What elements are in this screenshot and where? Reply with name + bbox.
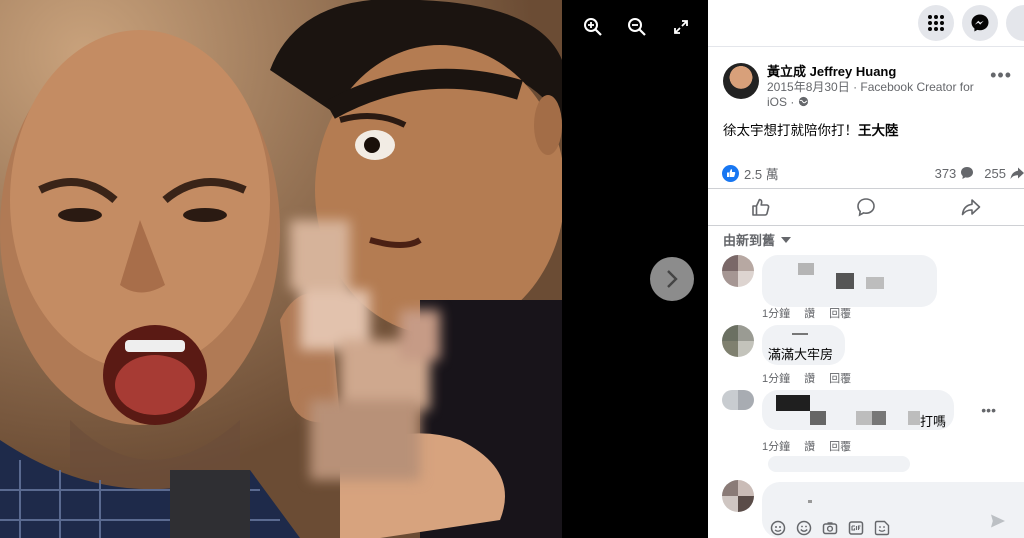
photo-viewer xyxy=(0,0,708,538)
globe-icon xyxy=(798,96,808,107)
caret-down-icon xyxy=(781,236,792,243)
post-header: 黃立成 Jeffrey Huang 2015年8月30日 · Facebook … xyxy=(708,47,1024,110)
composer-tools xyxy=(770,520,890,536)
sticker-icon xyxy=(874,520,890,536)
comment-bubble: 滿滿大牢房 xyxy=(762,325,845,365)
menu-button[interactable] xyxy=(918,5,954,41)
comment-bubble xyxy=(768,456,910,472)
comment-bubble xyxy=(762,255,937,307)
gif-button[interactable] xyxy=(848,520,864,536)
account-button[interactable] xyxy=(1006,5,1024,41)
chevron-right-icon xyxy=(667,270,678,288)
shares-count: 255 xyxy=(984,165,1006,181)
comment-composer xyxy=(722,480,1024,538)
comment-time[interactable]: 1分鐘 xyxy=(762,438,790,454)
avatar-sticker-button[interactable] xyxy=(770,520,786,536)
like-button[interactable] xyxy=(731,192,791,222)
comment-item: 打嗎 ••• 1分鐘 讚 回覆 xyxy=(722,390,1022,454)
camera-icon xyxy=(822,522,838,535)
fullscreen-icon xyxy=(674,20,688,34)
send-comment-button[interactable] xyxy=(990,513,1006,534)
avatar-sticker-icon xyxy=(770,520,786,536)
messenger-button[interactable] xyxy=(962,5,998,41)
comment-bubble-icon xyxy=(961,167,974,179)
commenter-avatar[interactable] xyxy=(722,325,754,357)
reactions-count[interactable]: 2.5 萬 xyxy=(744,164,779,183)
comment-reply-button[interactable]: 回覆 xyxy=(829,438,851,454)
tagged-user[interactable]: 王大陸 xyxy=(858,123,899,138)
author-avatar[interactable] xyxy=(723,63,759,99)
comment-sort-dropdown[interactable]: 由新到舊 xyxy=(723,230,792,249)
emoji-button[interactable] xyxy=(796,520,812,536)
share-button[interactable] xyxy=(941,192,1001,222)
comment-meta: 1分鐘 讚 回覆 xyxy=(762,438,851,454)
comment-item xyxy=(722,456,1022,476)
post-subline: 2015年8月30日 · Facebook Creator for iOS · xyxy=(767,80,979,110)
camera-button[interactable] xyxy=(822,520,838,536)
menu-grid-icon xyxy=(928,15,944,31)
comment-item: 滿滿大牢房 1分鐘 讚 回覆 xyxy=(722,325,1022,387)
zoom-out-button[interactable] xyxy=(624,14,650,40)
like-reaction-icon[interactable] xyxy=(722,164,739,182)
sticker-button[interactable] xyxy=(874,520,890,536)
post-via: Facebook Creator for xyxy=(860,80,974,94)
messenger-icon xyxy=(971,14,989,32)
meta-separator: · xyxy=(790,95,798,109)
emoji-icon xyxy=(796,520,812,536)
post-text: 徐太宇想打就陪你打！王大陸 xyxy=(708,110,1024,140)
comment-meta: 1分鐘 讚 回覆 xyxy=(762,370,851,386)
comment-time[interactable]: 1分鐘 xyxy=(762,305,790,321)
censor-blur xyxy=(280,220,480,520)
next-photo-button[interactable] xyxy=(650,257,694,301)
zoom-out-icon xyxy=(628,18,646,36)
fullscreen-button[interactable] xyxy=(668,14,694,40)
zoom-in-button[interactable] xyxy=(580,14,606,40)
post-platform: iOS xyxy=(767,95,788,109)
post-side-panel: 黃立成 Jeffrey Huang 2015年8月30日 · Facebook … xyxy=(708,0,1024,538)
commenter-avatar[interactable] xyxy=(722,390,754,410)
comment-reply-button[interactable]: 回覆 xyxy=(829,370,851,386)
comment-meta: 1分鐘 讚 回覆 xyxy=(762,305,851,321)
comment-outline-icon xyxy=(857,198,875,217)
share-outline-icon xyxy=(962,199,981,216)
thumbs-up-icon xyxy=(726,169,735,177)
comment-text: 打嗎 xyxy=(920,414,947,429)
comment-item: 1分鐘 讚 回覆 xyxy=(722,255,1022,323)
viewer-toolbar xyxy=(580,14,694,40)
comment-time[interactable]: 1分鐘 xyxy=(762,370,790,386)
post-date[interactable]: 2015年8月30日 xyxy=(767,80,850,94)
post-options-button[interactable]: ••• xyxy=(990,65,1012,86)
comment-options-button[interactable]: ••• xyxy=(981,402,996,418)
post-body: 徐太宇想打就陪你打！ xyxy=(723,123,858,138)
post-meta: 黃立成 Jeffrey Huang 2015年8月30日 · Facebook … xyxy=(767,63,979,110)
engagement-counts: 373 255 xyxy=(935,166,1024,181)
comments-count: 373 xyxy=(934,165,957,181)
censor-pixels xyxy=(290,220,440,480)
comment-like-button[interactable]: 讚 xyxy=(804,438,815,454)
comment-like-button[interactable]: 讚 xyxy=(804,305,815,321)
post-actions xyxy=(708,188,1024,226)
author-name[interactable]: 黃立成 Jeffrey Huang xyxy=(767,63,979,80)
sort-label: 由新到舊 xyxy=(723,233,776,248)
shares-count-item[interactable]: 255 xyxy=(984,166,1024,181)
gif-icon xyxy=(848,521,864,535)
comment-like-button[interactable]: 讚 xyxy=(804,370,815,386)
comment-bubble: 打嗎 xyxy=(762,390,954,430)
post-photo xyxy=(0,0,562,538)
share-arrow-icon xyxy=(1010,167,1024,179)
commenter-avatar[interactable] xyxy=(722,255,754,287)
comment-text: 滿滿大牢房 xyxy=(768,347,834,362)
current-user-avatar xyxy=(722,480,754,512)
comments-count-item[interactable]: 373 xyxy=(935,166,975,181)
comment-reply-button[interactable]: 回覆 xyxy=(829,305,851,321)
reaction-bar: 2.5 萬 373 255 xyxy=(708,160,1024,186)
zoom-in-icon xyxy=(584,18,602,36)
thumbs-up-outline-icon xyxy=(751,198,770,216)
top-bar xyxy=(708,0,1024,46)
comment-button[interactable] xyxy=(836,192,896,222)
send-icon xyxy=(991,514,1005,528)
